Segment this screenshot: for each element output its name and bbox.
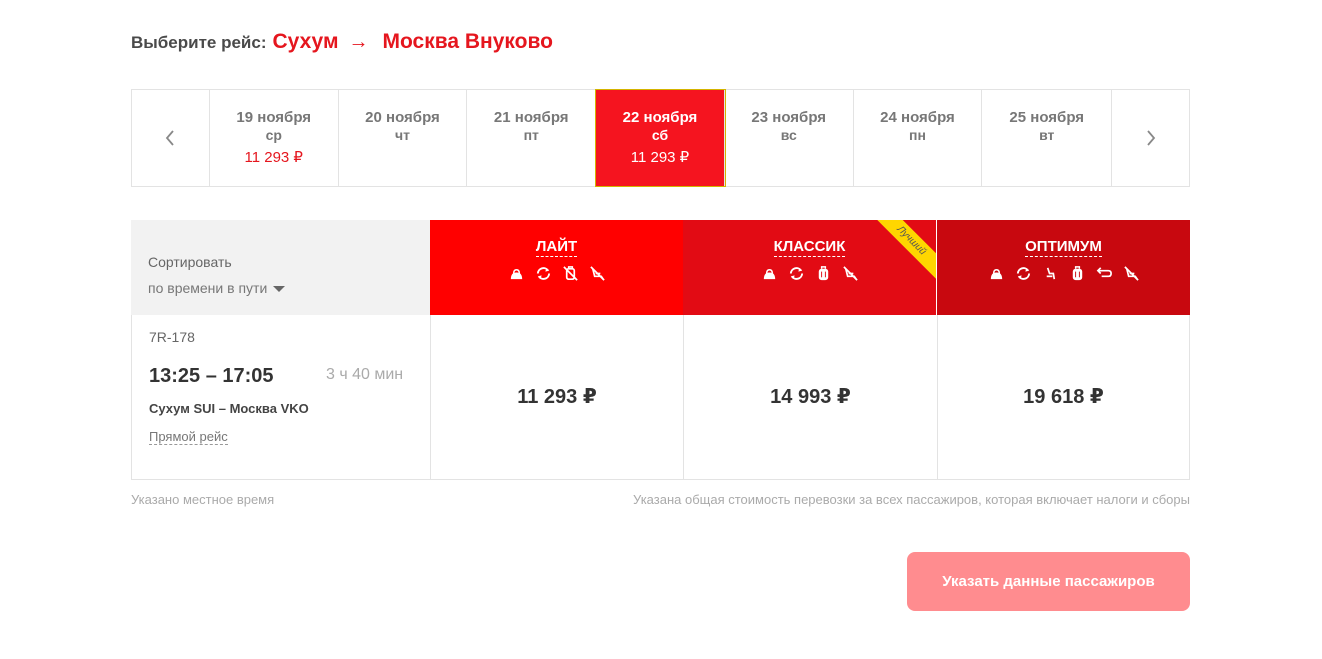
date-price: 11 293 ₽ [630, 149, 690, 166]
destination-city: Москва Внуково [382, 30, 553, 53]
fare-features [430, 265, 683, 282]
chevron-right-icon [1146, 130, 1155, 146]
exchange-icon [535, 265, 552, 282]
price-classic[interactable]: 14 993 ₽ [683, 315, 937, 480]
bag-icon [761, 265, 778, 282]
page-title: Выберите рейс: Сухум → Москва Внуково [131, 30, 553, 54]
sort-control: Сортировать по времени в пути [131, 220, 430, 315]
fare-features [683, 265, 936, 282]
fares-table: Сортировать по времени в пути ЛАЙТ КЛАСС… [131, 220, 1190, 480]
exchange-icon [788, 265, 805, 282]
title-prefix: Выберите рейс: [131, 33, 267, 52]
no-luggage-icon [562, 265, 579, 282]
flight-route: Сухум SUI – Москва VKO [149, 401, 309, 416]
date-option[interactable]: 20 ноября чт [339, 90, 468, 186]
origin-city: Сухум [272, 30, 339, 53]
caret-down-icon [273, 286, 286, 292]
date-weekday: пн [909, 127, 926, 143]
date-weekday: ср [265, 127, 282, 143]
luggage-icon [815, 265, 832, 282]
date-label: 24 ноября [880, 109, 955, 126]
no-seat-icon [1123, 265, 1140, 282]
flight-duration: 3 ч 40 мин [326, 366, 404, 383]
date-selector: 19 ноября ср 11 293 ₽ 20 ноября чт 21 но… [131, 89, 1190, 187]
enter-passenger-data-button[interactable]: Указать данные пассажиров [907, 552, 1190, 611]
total-cost-note: Указана общая стоимость перевозки за все… [633, 492, 1190, 507]
date-option[interactable]: 24 ноября пн [854, 90, 983, 186]
no-seat-icon [842, 265, 859, 282]
date-weekday: вт [1039, 127, 1055, 143]
date-weekday: вс [780, 127, 797, 143]
date-label: 22 ноября [622, 109, 698, 126]
fare-name: ОПТИМУМ [1025, 238, 1102, 257]
date-label: 25 ноября [1009, 109, 1085, 126]
bag-icon [988, 265, 1005, 282]
date-option[interactable]: 23 ноября вс [725, 90, 854, 186]
prev-dates-button[interactable] [132, 90, 210, 186]
no-seat-icon [589, 265, 606, 282]
sort-dropdown[interactable]: по времени в пути [148, 280, 430, 296]
date-price: 11 293 ₽ [244, 149, 303, 166]
sort-value: по времени в пути [148, 280, 268, 296]
date-weekday: чт [394, 127, 410, 143]
fare-header-light[interactable]: ЛАЙТ [430, 220, 683, 315]
date-option[interactable]: 19 ноября ср 11 293 ₽ [210, 90, 339, 186]
sort-label: Сортировать [148, 254, 232, 270]
luggage-icon [1069, 265, 1086, 282]
date-option-selected[interactable]: 22 ноября сб 11 293 ₽ [595, 89, 726, 187]
bag-icon [508, 265, 525, 282]
exchange-icon [1015, 265, 1032, 282]
route-arrow-icon: → [348, 31, 369, 53]
fare-features [937, 265, 1190, 282]
local-time-note: Указано местное время [131, 492, 275, 507]
fare-header-optimum[interactable]: ОПТИМУМ [937, 220, 1190, 315]
fare-header-classic[interactable]: КЛАССИК Лучший [683, 220, 936, 315]
date-weekday: сб [651, 127, 669, 143]
chevron-left-icon [166, 130, 175, 146]
flight-info: 7R-178 13:25 – 17:05 3 ч 40 мин Сухум SU… [131, 315, 430, 480]
fare-name: КЛАССИК [773, 238, 846, 257]
fare-name: ЛАЙТ [535, 238, 578, 257]
date-label: 19 ноября [236, 109, 312, 126]
date-weekday: пт [523, 127, 539, 143]
date-label: 20 ноября [365, 109, 440, 126]
seat-icon [1042, 265, 1059, 282]
next-dates-button[interactable] [1111, 90, 1189, 186]
price-optimum[interactable]: 19 618 ₽ [937, 315, 1190, 480]
date-option[interactable]: 25 ноября вт [982, 90, 1111, 186]
flight-number: 7R-178 [149, 329, 195, 345]
date-label: 23 ноября [751, 109, 827, 126]
refund-icon [1096, 265, 1113, 282]
date-option[interactable]: 21 ноября пт [467, 90, 597, 186]
direct-flight-link[interactable]: Прямой рейс [149, 429, 228, 445]
date-label: 21 ноября [493, 109, 569, 126]
price-light[interactable]: 11 293 ₽ [430, 315, 683, 480]
